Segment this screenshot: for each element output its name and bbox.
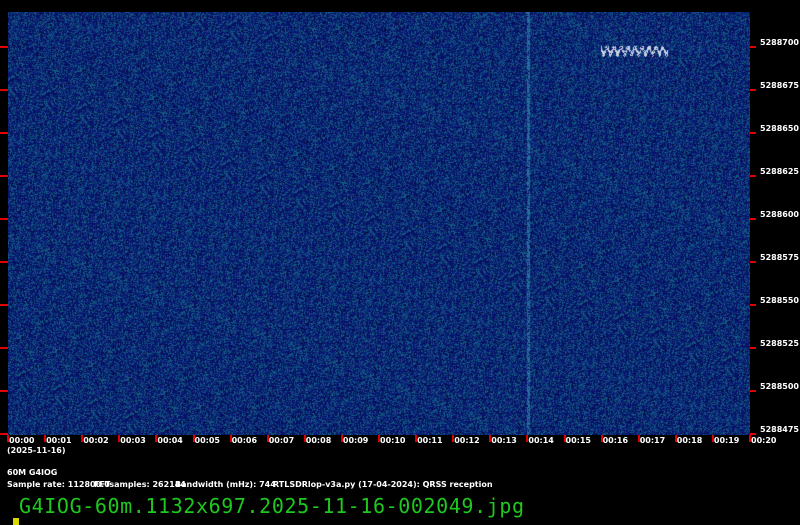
time-label: 00:16 <box>602 436 629 445</box>
left-freq-tick <box>0 89 8 91</box>
time-label: 00:04 <box>157 436 183 445</box>
time-label: 00:06 <box>231 436 258 445</box>
freq-label: 5288675 <box>760 81 799 90</box>
time-label: 00:20 <box>751 436 777 445</box>
right-freq-tick <box>750 89 756 91</box>
time-label: 00:12 <box>454 436 480 445</box>
waterfall-spectrogram <box>8 12 750 435</box>
time-label: 00:11 <box>417 436 443 445</box>
fft-samples-label: FFTsamples: 262144 <box>94 480 186 489</box>
freq-label: 5288500 <box>760 382 799 391</box>
right-freq-tick <box>750 347 756 349</box>
date-label: (2025-11-16) <box>7 446 66 455</box>
left-freq-tick <box>0 46 8 48</box>
time-label: 00:00 <box>9 436 35 445</box>
right-freq-tick <box>750 132 756 134</box>
freq-label: 5288600 <box>760 210 799 219</box>
freq-label: 5288700 <box>760 38 799 47</box>
time-label: 00:03 <box>120 436 146 445</box>
right-freq-tick <box>750 304 756 306</box>
time-label: 00:02 <box>83 436 109 445</box>
time-label: 00:05 <box>194 436 220 445</box>
software-label: RTLSDRlop-v3a.py (17-04-2024): QRSS rece… <box>273 480 493 489</box>
freq-label: 5288625 <box>760 167 799 176</box>
time-label: 00:10 <box>380 436 406 445</box>
left-freq-tick <box>0 390 8 392</box>
freq-label: 5288575 <box>760 253 799 262</box>
time-label: 00:19 <box>713 436 740 445</box>
freq-label: 5288475 <box>760 425 799 434</box>
right-freq-tick <box>750 175 756 177</box>
left-freq-tick <box>0 261 8 263</box>
time-label: 00:13 <box>491 436 517 445</box>
left-freq-tick <box>0 304 8 306</box>
station-label: 60M G4IOG <box>7 468 58 477</box>
time-label: 00:08 <box>305 436 332 445</box>
freq-label: 5288525 <box>760 339 799 348</box>
left-freq-tick <box>0 347 8 349</box>
filename-label: G4IOG-60m.1132x697.2025-11-16-002049.jpg <box>19 494 525 518</box>
left-freq-tick <box>0 132 8 134</box>
text-cursor <box>13 518 19 525</box>
left-freq-tick <box>0 175 8 177</box>
bandwidth-label: Bandwidth (mHz): 744 <box>175 480 276 489</box>
freq-label: 5288550 <box>760 296 799 305</box>
left-freq-tick <box>0 218 8 220</box>
time-label: 00:15 <box>565 436 591 445</box>
right-freq-tick <box>750 390 756 392</box>
time-label: 00:09 <box>342 436 369 445</box>
right-freq-tick <box>750 46 756 48</box>
time-label: 00:01 <box>46 436 72 445</box>
time-label: 00:17 <box>639 436 666 445</box>
right-freq-tick <box>750 218 756 220</box>
time-label: 00:18 <box>676 436 703 445</box>
right-freq-tick <box>750 261 756 263</box>
time-label: 00:14 <box>528 436 554 445</box>
time-label: 00:07 <box>268 436 295 445</box>
freq-label: 5288650 <box>760 124 799 133</box>
